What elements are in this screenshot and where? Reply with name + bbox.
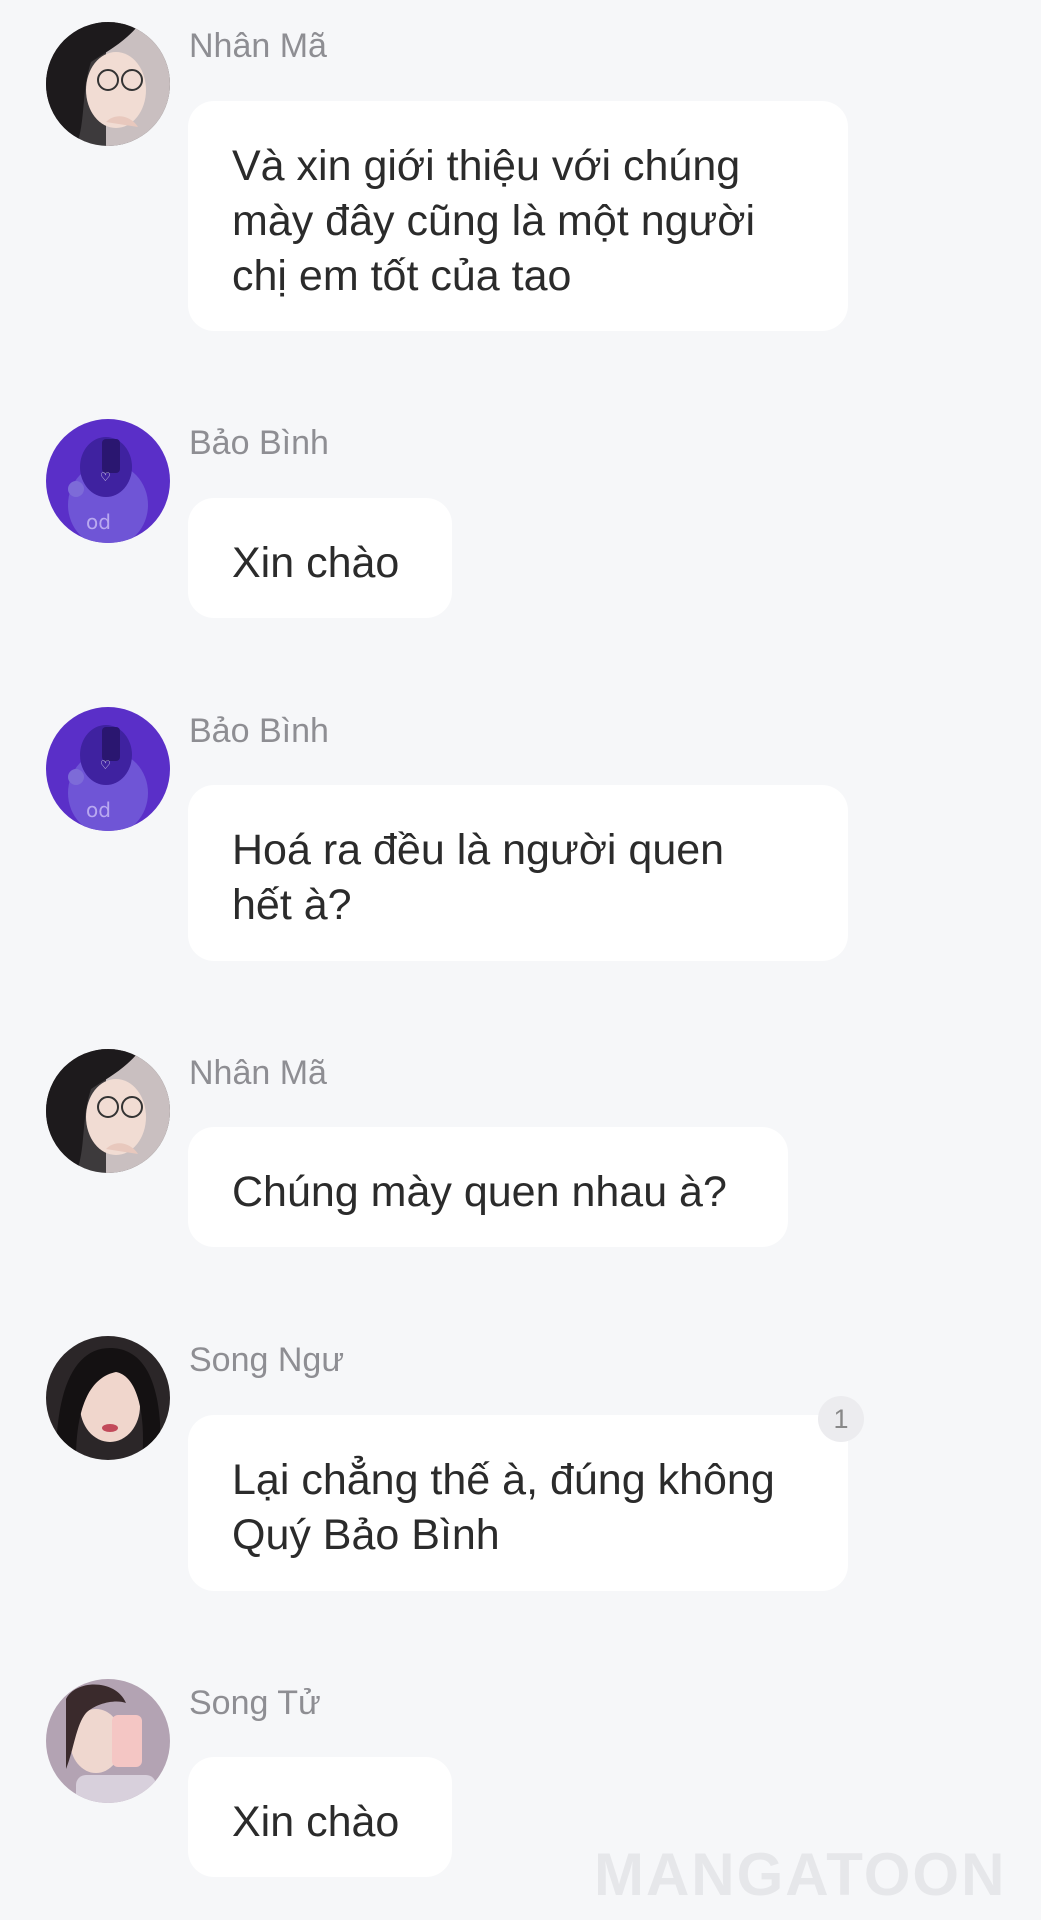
svg-text:od: od [86, 798, 111, 822]
avatar-song-tu-icon [46, 1679, 170, 1803]
sender-name: Nhân Mã [189, 27, 327, 65]
svg-text:♡: ♡ [100, 758, 111, 772]
message-line: mày đây cũng là một người [232, 197, 756, 245]
message-line: Hoá ra đều là người quen [232, 826, 725, 874]
avatar[interactable] [46, 1049, 170, 1173]
svg-text:od: od [86, 510, 111, 534]
message-line: Lại chẳng thế à, đúng không [232, 1456, 775, 1504]
avatar-nhan-ma-icon [46, 22, 170, 146]
avatar-bao-binh-icon: od ♡ [46, 707, 170, 831]
sender-name: Bảo Bình [189, 712, 329, 750]
avatar[interactable]: od ♡ [46, 707, 170, 831]
avatar[interactable] [46, 1336, 170, 1460]
message-bubble[interactable]: Chúng mày quen nhau à? [188, 1127, 788, 1247]
message-bubble[interactable]: Xin chào [188, 1757, 452, 1877]
message-bubble[interactable]: Và xin giới thiệu với chúng mày đây cũng… [188, 101, 848, 331]
message-bubble[interactable]: Lại chẳng thế à, đúng không Quý Bảo Bình [188, 1415, 848, 1591]
message-line: Quý Bảo Bình [232, 1511, 500, 1559]
avatar[interactable]: od ♡ [46, 419, 170, 543]
message-line: chị em tốt của tao [232, 252, 572, 300]
message-line: Và xin giới thiệu với chúng [232, 142, 741, 190]
sender-name: Nhân Mã [189, 1054, 327, 1092]
sender-name: Bảo Bình [189, 424, 329, 462]
sender-name: Song Ngư [189, 1341, 345, 1379]
watermark: MANGATOON [594, 1841, 1007, 1908]
message-bubble[interactable]: Hoá ra đều là người quen hết à? [188, 785, 848, 961]
message-line: Chúng mày quen nhau à? [232, 1168, 727, 1216]
avatar-song-ngu-icon [46, 1336, 170, 1460]
avatar-nhan-ma-icon [46, 1049, 170, 1173]
svg-text:♡: ♡ [100, 470, 111, 484]
reaction-count-badge[interactable]: 1 [818, 1396, 864, 1442]
message-line: Xin chào [232, 1798, 400, 1846]
chat-thread: Nhân Mã Và xin giới thiệu với chúng mày … [0, 0, 1041, 1920]
sender-name: Song Tử [189, 1684, 321, 1722]
message-bubble[interactable]: Xin chào [188, 498, 452, 618]
avatar[interactable] [46, 22, 170, 146]
avatar[interactable] [46, 1679, 170, 1803]
message-line: hết à? [232, 881, 352, 929]
avatar-bao-binh-icon: od ♡ [46, 419, 170, 543]
message-line: Xin chào [232, 539, 400, 587]
